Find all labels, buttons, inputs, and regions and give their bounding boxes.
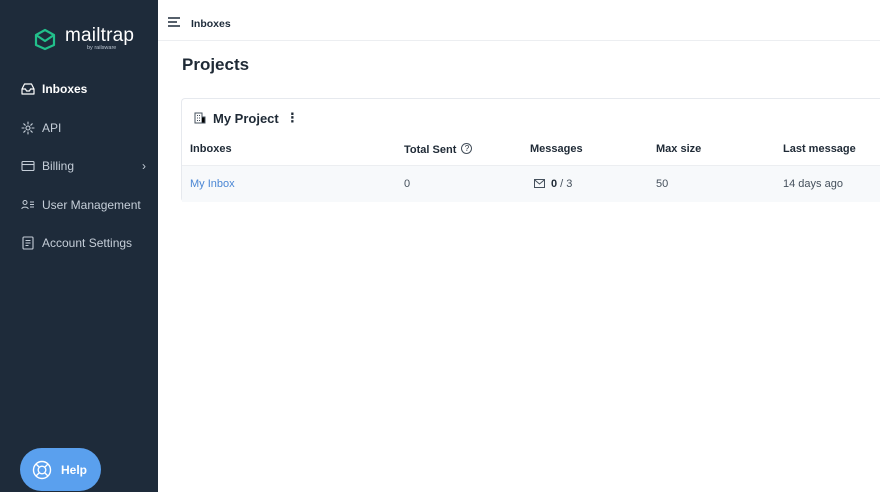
sidebar-item-user-management[interactable]: User Management [0,192,158,218]
sidebar: mailtrap by railsware Inboxes API Billin… [0,0,158,492]
users-icon [20,197,36,213]
page-title: Projects [182,55,250,74]
document-icon [20,235,36,251]
messages-total: / 3 [557,178,573,190]
project-header: My Project ⋮ [194,110,299,126]
chevron-right-icon: › [142,159,146,173]
total-sent-value: 0 [404,178,411,190]
breadcrumb: Inboxes [191,18,231,30]
mailtrap-logo[interactable]: mailtrap by railsware [33,22,143,56]
max-size-value: 50 [656,178,669,190]
sidebar-item-account-settings[interactable]: Account Settings [0,230,158,256]
sidebar-item-api[interactable]: API [0,115,158,141]
sidebar-item-label: User Management [42,197,141,212]
messages-value: 0 / 3 [534,178,572,190]
help-label: Help [61,462,88,477]
sidebar-item-billing[interactable]: Billing › [0,153,158,179]
hamburger-menu-icon[interactable] [168,17,180,27]
column-header-inboxes: Inboxes [190,143,232,155]
mailtrap-logo-icon [34,28,56,51]
question-mark-icon[interactable]: ? [461,143,473,154]
inbox-icon [20,81,36,97]
sidebar-item-label: API [42,120,62,135]
column-header-messages: Messages [530,143,583,155]
sidebar-item-label: Account Settings [42,236,133,250]
envelope-icon [534,179,545,188]
gear-icon [20,120,36,136]
project-name: My Project [213,110,279,126]
sidebar-item-inboxes[interactable]: Inboxes [0,76,158,102]
brand-name: mailtrap [65,25,135,47]
lifebuoy-icon [32,460,52,479]
brand-tagline: by railsware [87,45,117,52]
app-window: mailtrap by railsware Inboxes API Billin… [0,0,880,492]
column-header-total-sent: Total Sent ? [404,143,473,156]
project-menu-button[interactable]: ⋮ [286,110,299,126]
column-header-last-message: Last message [783,143,856,155]
sidebar-nav: Inboxes API Billing › User Management Ac… [0,76,158,269]
sidebar-item-label: Inboxes [42,82,88,96]
credit-card-icon [20,158,36,174]
help-button[interactable]: Help [20,448,101,491]
building-icon [194,112,206,124]
top-bar: Inboxes [158,0,880,41]
column-header-max-size: Max size [656,143,702,155]
table-row[interactable] [182,166,880,202]
last-message-value: 14 days ago [783,178,843,190]
project-card: My Project ⋮ Inboxes Total Sent ? Messag… [181,98,880,202]
inbox-link[interactable]: My Inbox [190,178,235,190]
sidebar-item-label: Billing [42,159,75,173]
